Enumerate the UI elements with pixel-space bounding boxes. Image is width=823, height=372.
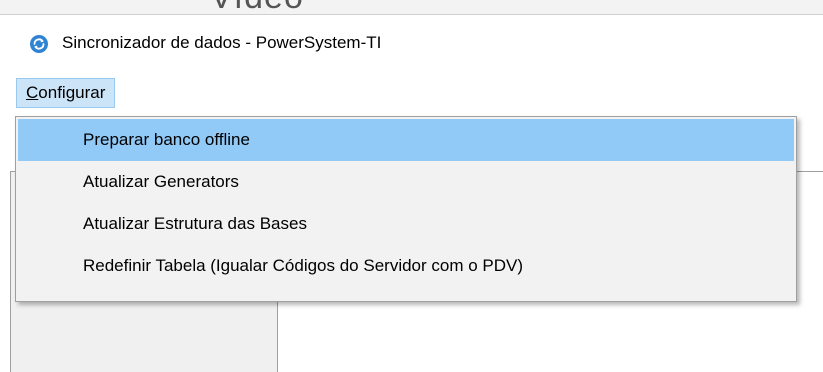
menu-item-redefinir-tabela[interactable]: Redefinir Tabela (Igualar Códigos do Ser… [18,245,794,287]
menu-configurar-mnemonic: C [26,83,39,102]
menu-bar: Configurar [0,71,823,113]
menu-item-atualizar-estrutura-bases[interactable]: Atualizar Estrutura das Bases [18,203,794,245]
title-bar[interactable]: Sincronizador de dados - PowerSystem-TI [0,15,823,71]
menu-configurar-label: onfigurar [38,83,106,102]
window-title: Sincronizador de dados - PowerSystem-TI [62,33,382,52]
menu-item-preparar-banco-offline[interactable]: Preparar banco offline [18,119,794,161]
menu-item-atualizar-generators[interactable]: Atualizar Generators [18,161,794,203]
menu-configurar[interactable]: Configurar [16,78,116,108]
configurar-dropdown: Preparar banco offline Atualizar Generat… [15,116,797,302]
sync-icon [30,35,48,53]
